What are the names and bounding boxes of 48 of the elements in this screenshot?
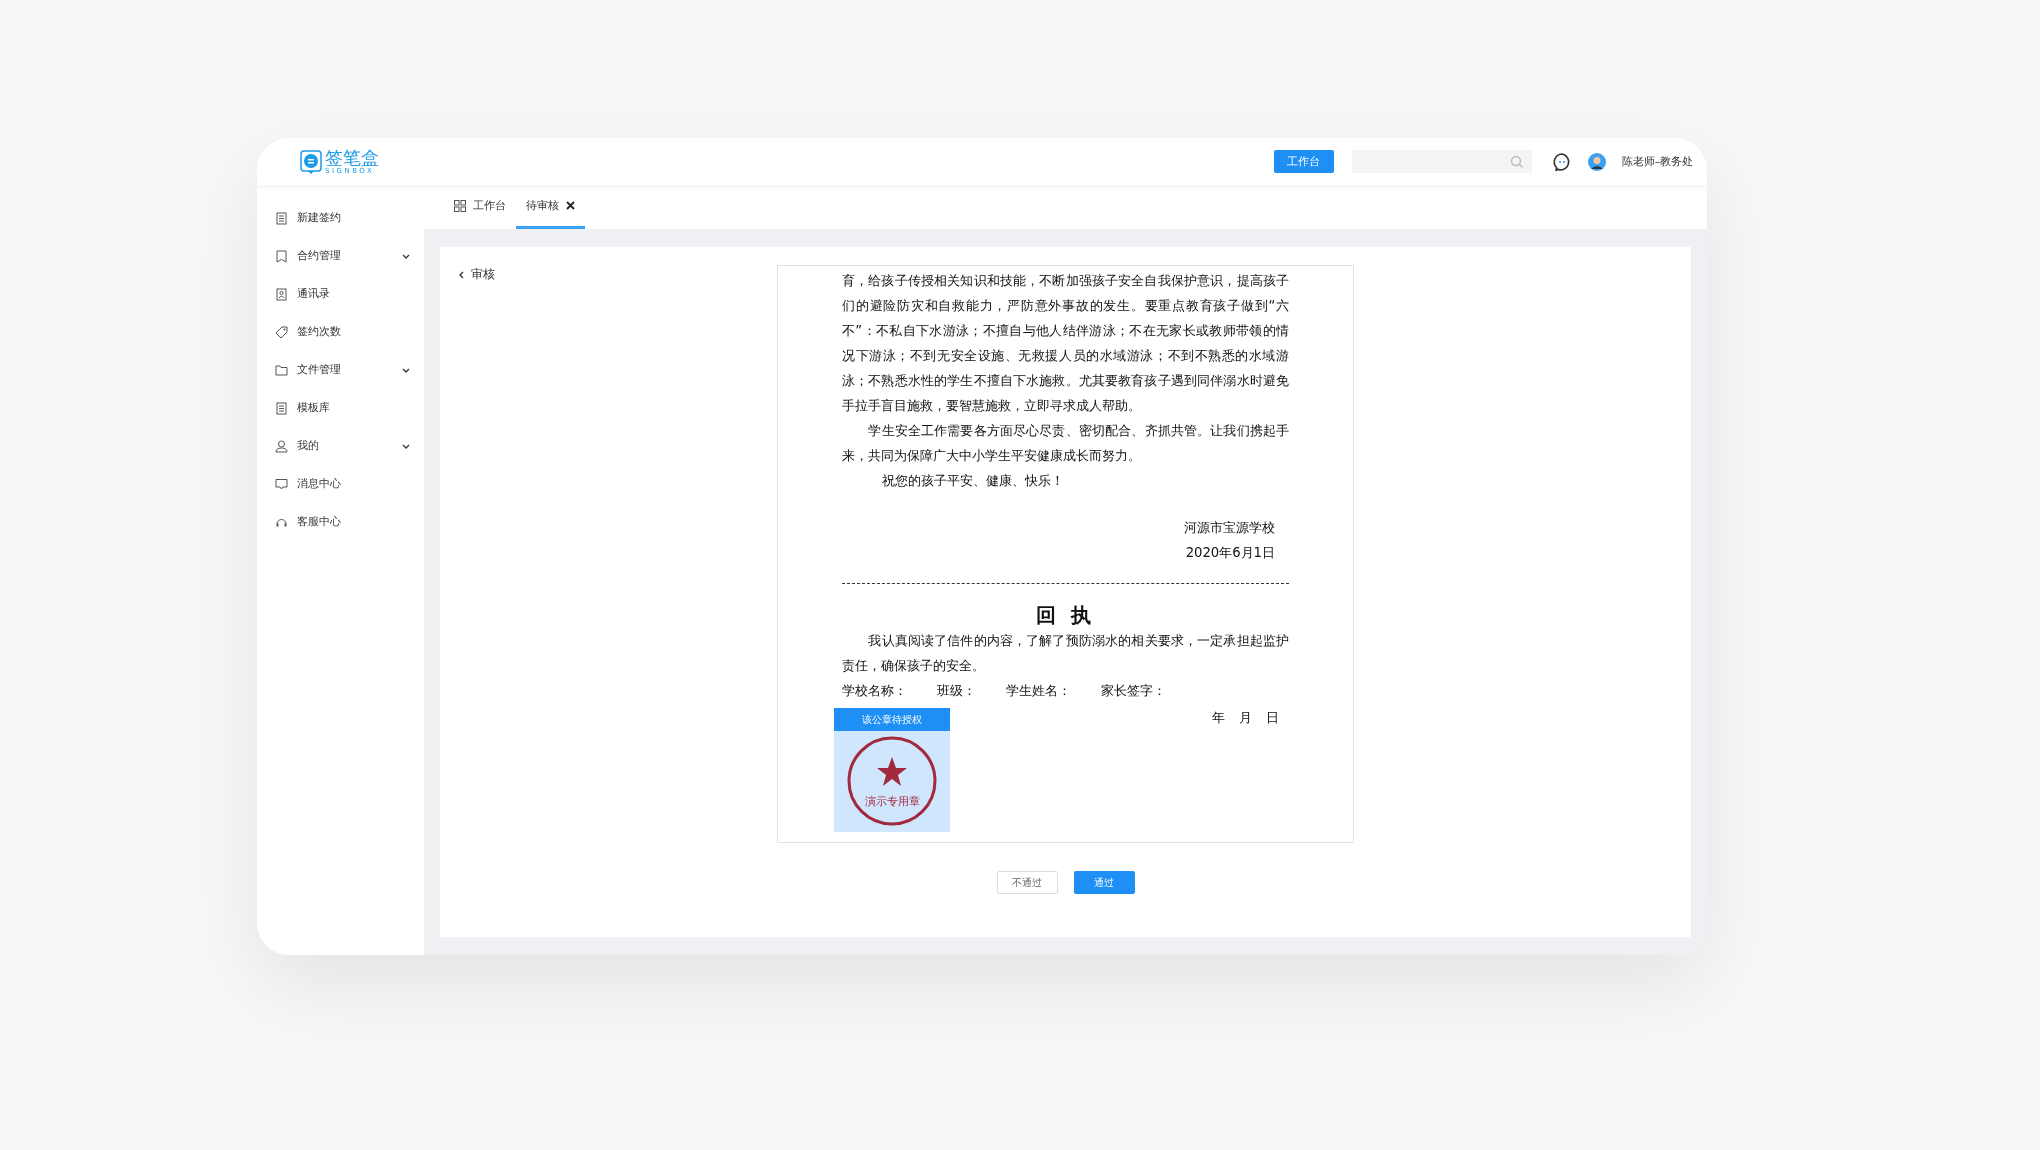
seal-stamp-drawing: 演示专用章 xyxy=(846,735,938,827)
tag-icon xyxy=(275,325,288,339)
form-field-label: 学校名称： xyxy=(842,682,907,700)
sidebar-item[interactable]: 我的 xyxy=(257,427,424,465)
date-label: 日 xyxy=(1266,709,1279,727)
logo-name: 签笔盒 xyxy=(325,148,379,167)
chevron-left-icon xyxy=(459,270,464,279)
back-link[interactable]: 审核 xyxy=(459,267,495,282)
tab[interactable]: 待审核 xyxy=(516,185,585,229)
form-field-label: 学生姓名： xyxy=(1006,682,1071,700)
date-label: 年 xyxy=(1212,709,1225,727)
close-icon[interactable] xyxy=(566,201,575,210)
receipt-paragraph: 我认真阅读了信件的内容，了解了预防溺水的相关要求，一定承担起监护责任，确保孩子的安全。 xyxy=(842,632,1289,675)
logo-icon xyxy=(300,149,322,174)
avatar-icon[interactable] xyxy=(1587,152,1606,171)
sidebar-item[interactable]: 新建签约 xyxy=(257,199,424,237)
signature-line: 2020年6月1日 xyxy=(1185,544,1275,562)
sidebar-item[interactable]: 合约管理 xyxy=(257,237,424,275)
date-label: 月 xyxy=(1239,709,1252,727)
search-field[interactable] xyxy=(1351,150,1532,173)
user-name[interactable]: 陈老师–教务处 xyxy=(1621,154,1693,169)
tab[interactable]: 工作台 xyxy=(444,185,516,229)
reject-button[interactable]: 不通过 xyxy=(996,871,1058,894)
document-paragraph: 育，给孩子传授相关知识和技能，不断加强孩子安全自我保护意识，提高孩子们的避险防灾和自救能力，严防意外事故的发生。要重点教育孩子做到“六不”：不私自下水游泳；不擅自与他人结伴游泳；不在无家长或教师带领的情况下游泳；不到无安全设施、无救援人员的水域游泳；不到不熟悉的水域游泳；不熟悉水性的学生不擅自下水施救。尤其要教育孩子遇到同伴溺水时避免手拉手盲目施救，要智慧施救，立即寻求成人帮助。 xyxy=(842,272,1289,415)
document-paragraph: 祝您的孩子平安、健康、快乐！ xyxy=(880,472,1065,490)
sidebar-item[interactable]: 签约次数 xyxy=(257,313,424,351)
grid-icon xyxy=(454,199,466,212)
stamp-banner: 该公章待授权 xyxy=(834,708,950,731)
sidebar-item[interactable]: 消息中心 xyxy=(257,465,424,503)
list-icon xyxy=(275,401,288,415)
document-paragraph: 学生安全工作需要各方面尽心尽责、密切配合、齐抓共管。让我们携起手来，共同为保障广大中小学生平安健康成长而努力。 xyxy=(842,422,1289,465)
form-field-label: 班级： xyxy=(937,682,976,700)
sidebar-item[interactable]: 模板库 xyxy=(257,389,424,427)
form-field-label: 家长签字： xyxy=(1101,682,1166,700)
sidebar-item[interactable]: 通讯录 xyxy=(257,275,424,313)
folder-icon xyxy=(275,363,288,377)
contact-card-icon xyxy=(275,287,288,301)
stamp-overlay[interactable]: 该公章待授权 演示专用章 xyxy=(834,708,950,832)
document-icon xyxy=(275,211,288,225)
sidebar-item[interactable]: 文件管理 xyxy=(257,351,424,389)
receipt-title: 回 执 xyxy=(1035,602,1096,628)
bookmark-icon xyxy=(275,249,288,263)
signature-line: 河源市宝源学校 xyxy=(1184,519,1275,537)
sidebar-item[interactable]: 客服中心 xyxy=(257,503,424,541)
message-icon xyxy=(275,477,288,491)
chat-icon[interactable] xyxy=(1551,151,1572,172)
user-icon xyxy=(275,439,288,453)
search-icon xyxy=(1509,154,1524,169)
